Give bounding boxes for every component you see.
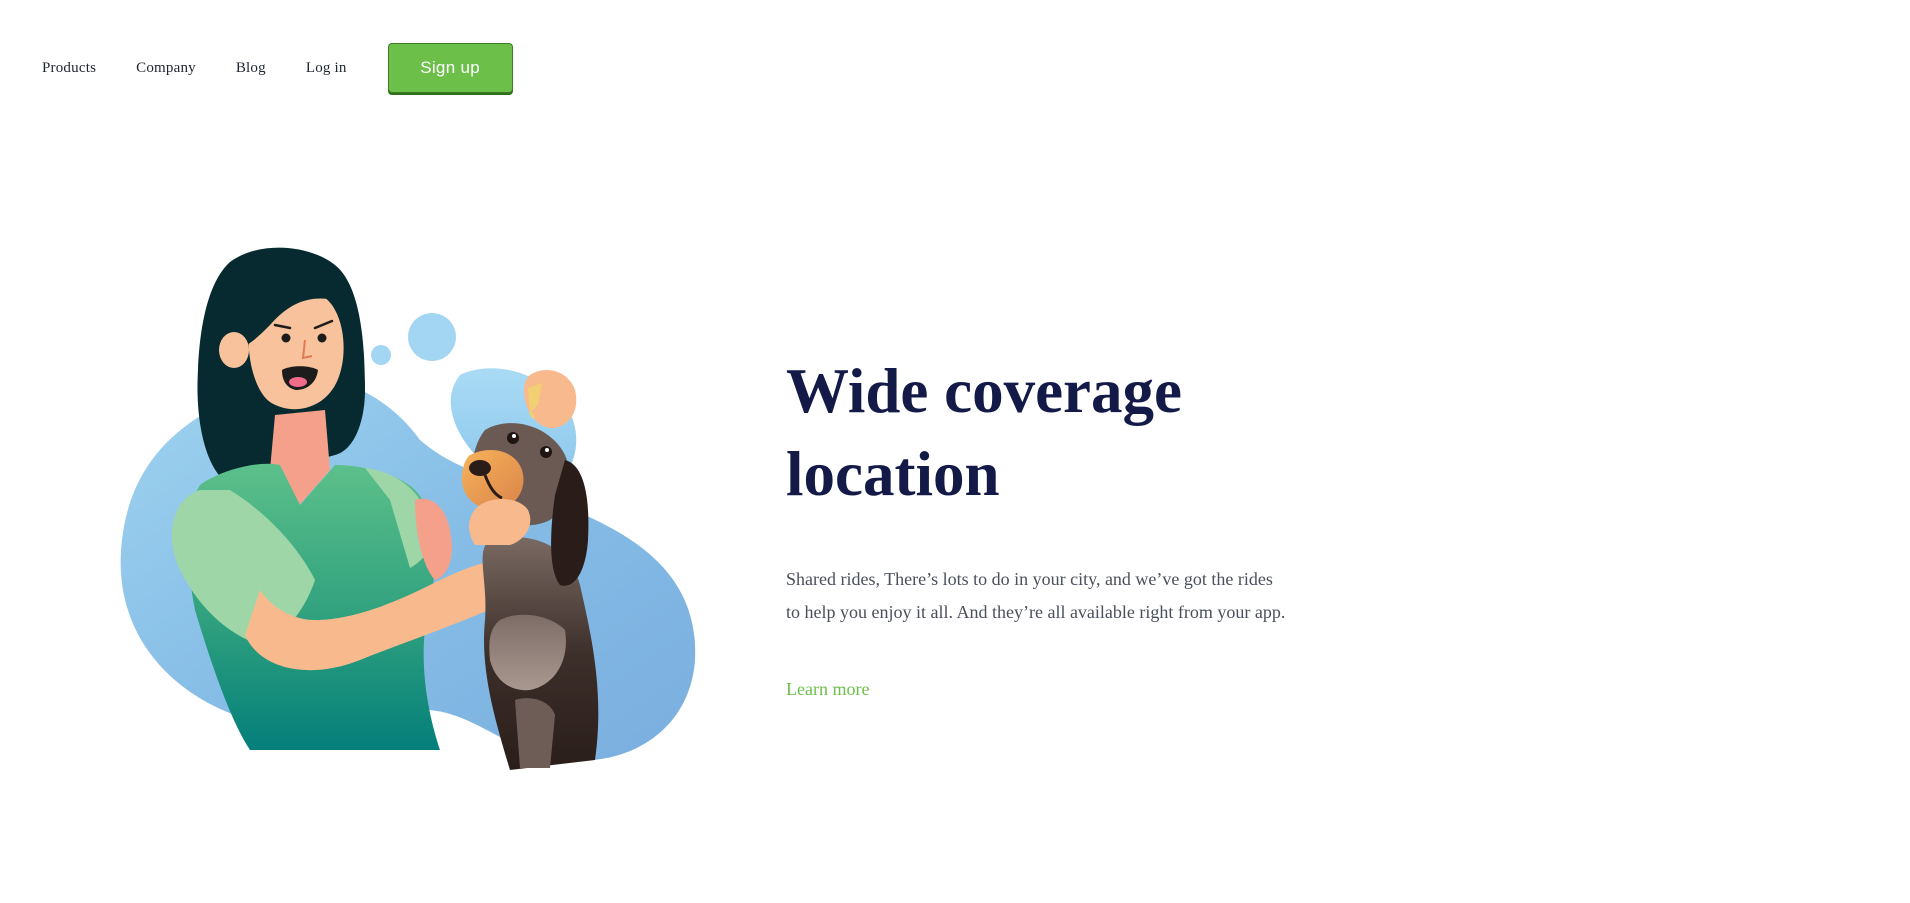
nav-link-products[interactable]: Products	[42, 60, 96, 77]
hero-illustration	[110, 240, 720, 780]
hero-title: Wide coverage location	[786, 356, 1182, 509]
woman-with-dog-illustration	[120, 247, 696, 770]
nav-link-login[interactable]: Log in	[306, 60, 347, 77]
top-nav: Products Company Blog Log in Sign up	[42, 42, 513, 94]
hero-description: Shared rides, There’s lots to do in your…	[786, 569, 1286, 622]
nav-link-blog[interactable]: Blog	[236, 60, 266, 77]
hero-content: Wide coverage location Shared rides, The…	[786, 350, 1306, 700]
signup-button[interactable]: Sign up	[387, 43, 513, 93]
learn-more-link[interactable]: Learn more	[786, 679, 869, 700]
nav-link-company[interactable]: Company	[136, 60, 196, 77]
